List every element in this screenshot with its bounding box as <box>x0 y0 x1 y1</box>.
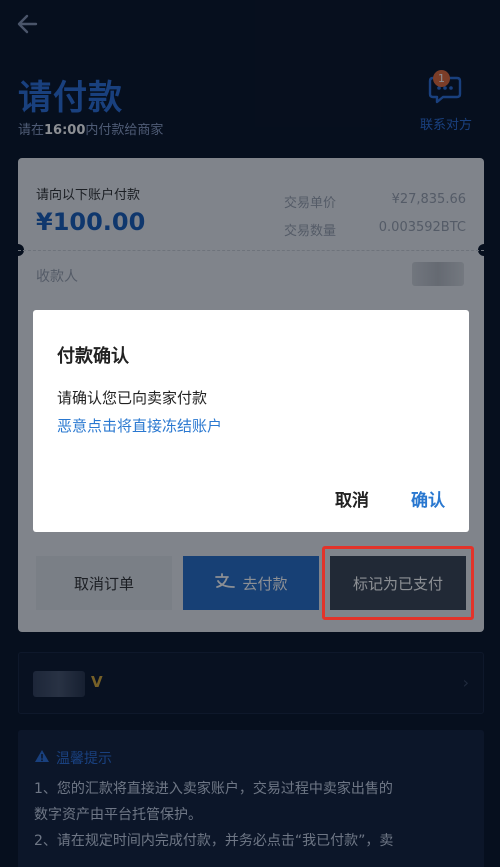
payment-page: 请付款 请在16:00内付款给商家 1 联系对方 请向以下账户付款 ¥100.0… <box>0 0 500 867</box>
dialog-title: 付款确认 <box>57 346 129 367</box>
highlight-box <box>322 546 474 620</box>
payment-confirm-dialog: 付款确认 请确认您已向卖家付款 恶意点击将直接冻结账户 取消 确认 <box>33 310 469 532</box>
dialog-confirm-button[interactable]: 确认 <box>411 486 445 511</box>
dialog-warning: 恶意点击将直接冻结账户 <box>57 417 223 435</box>
dialog-message: 请确认您已向卖家付款 <box>57 389 208 407</box>
dialog-cancel-button[interactable]: 取消 <box>335 486 369 511</box>
